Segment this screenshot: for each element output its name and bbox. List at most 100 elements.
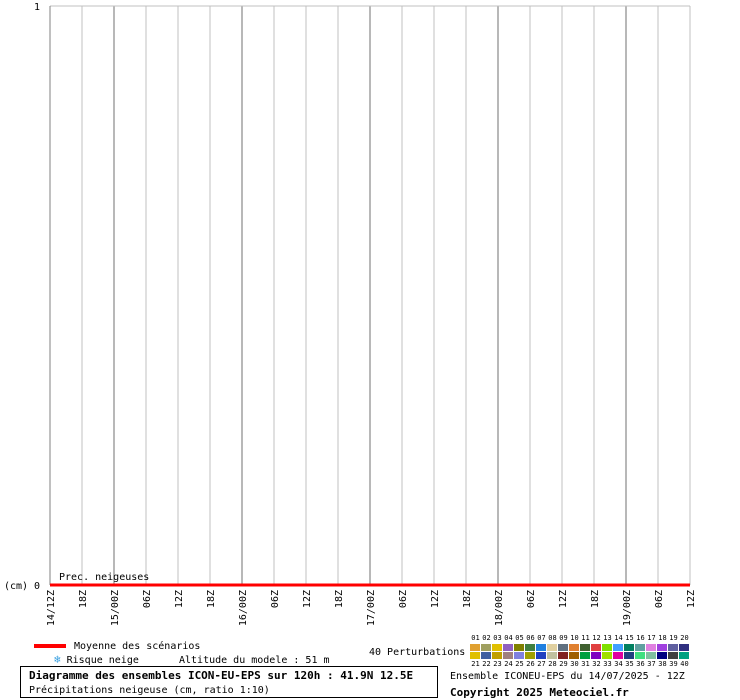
legend-snow-risk: ❄ Risque neige [54,653,139,666]
perturbation-swatch [503,644,513,651]
perturbation-swatch [602,644,612,651]
perturbation-number: 13 [603,634,612,642]
perturbation-swatch [558,644,568,651]
x-tick-label: 06Z [526,590,537,608]
perturbation-number: 04 [504,634,513,642]
perturbation-swatch [602,652,612,659]
perturbation-number: 33 [603,660,612,668]
perturbation-number: 36 [636,660,645,668]
x-tick-label: 06Z [270,590,281,608]
perturbation-number: 26 [526,660,535,668]
perturbation-swatch [558,652,568,659]
x-tick-label: 15/00Z [110,590,121,626]
perturbation-number: 06 [526,634,535,642]
x-tick-label: 16/00Z [238,590,249,626]
perturbation-number: 20 [680,634,689,642]
perturbation-swatch [646,644,656,651]
perturbation-number: 03 [493,634,502,642]
perturbation-number: 19 [669,634,678,642]
perturbation-swatch [635,652,645,659]
perturbation-number: 17 [647,634,656,642]
perturbation-number: 31 [581,660,590,668]
x-tick-label: 18Z [78,590,89,608]
perturbation-number: 12 [592,634,601,642]
perturbation-swatch [470,644,480,651]
perturbation-swatch [525,644,535,651]
perturbation-number: 10 [570,634,579,642]
perturbation-swatch [536,644,546,651]
x-tick-label: 18Z [206,590,217,608]
perturbation-number: 14 [614,634,623,642]
perturbation-swatch [657,652,667,659]
x-tick-label: 14/12Z [46,590,57,626]
perturbation-swatch [613,644,623,651]
perturbation-number: 01 [471,634,480,642]
x-tick-label: 06Z [142,590,153,608]
perturbation-swatch [679,644,689,651]
perturbation-number: 02 [482,634,491,642]
legend-mean: Moyenne des scénarios [34,641,200,652]
perturbation-number: 08 [548,634,557,642]
perturbation-swatch [492,644,502,651]
ensemble-info: Ensemble ICONEU-EPS du 14/07/2025 - 12Z [450,671,685,682]
chart-subtitle: Précipitations neigeuse (cm, ratio 1:10) [29,685,270,696]
grid-lines [49,5,691,585]
x-tick-label: 19/00Z [622,590,633,626]
perturbation-swatch [580,652,590,659]
perturbation-number: 32 [592,660,601,668]
perturbation-number: 18 [658,634,667,642]
perturbation-swatch [613,652,623,659]
perturbation-swatch [547,652,557,659]
perturbation-swatch [580,644,590,651]
x-tick-label: 12Z [174,590,185,608]
legend-mean-swatch [34,644,66,648]
perturbation-number: 27 [537,660,546,668]
perturbation-swatch [514,652,524,659]
perturbation-number: 34 [614,660,623,668]
perturbation-number: 07 [537,634,546,642]
x-tick-label: 18Z [462,590,473,608]
perturbation-swatch [624,652,634,659]
perturbation-number: 24 [504,660,513,668]
perturbation-swatch [470,652,480,659]
perturbation-number: 15 [625,634,634,642]
perturbation-swatch [514,644,524,651]
y-tick-label: 0 [34,581,40,592]
perturbation-swatch [481,644,491,651]
y-unit-label: (cm) [4,581,28,592]
perturbation-swatch [503,652,513,659]
tick-labels: 0 1 (cm) 14/12Z 18Z 15/00Z 06Z 12Z 18Z 16/00Z 06Z 1… [4,2,697,626]
x-tick-label: 18Z [590,590,601,608]
title-box: Diagramme des ensembles ICON-EU-EPS sur … [20,666,438,698]
x-tick-label: 17/00Z [366,590,377,626]
legend-snow-risk-label: Risque neige [66,655,139,666]
x-tick-label: 06Z [654,590,665,608]
perturbations-label: 40 Perturbations [369,647,466,658]
perturbation-number: 29 [559,660,568,668]
perturbation-swatch [668,644,678,651]
perturbation-swatch [536,652,546,659]
y-tick-label: 1 [34,2,40,13]
snowflake-icon: ❄ [54,653,61,666]
perturbation-number: 37 [647,660,656,668]
perturbation-swatch [492,652,502,659]
legend-mean-label: Moyenne des scénarios [74,641,201,652]
perturbation-number: 23 [493,660,502,668]
perturbation-swatch [679,652,689,659]
perturbation-number: 28 [548,660,557,668]
perturbation-number: 11 [581,634,590,642]
x-tick-label: 12Z [302,590,313,608]
perturbation-number: 05 [515,634,524,642]
perturbation-number: 22 [482,660,491,668]
x-tick-label: 06Z [398,590,409,608]
perturbation-number: 38 [658,660,667,668]
perturbation-number: 21 [471,660,480,668]
perturbation-number: 40 [680,660,689,668]
perturbation-swatch [657,644,667,651]
x-tick-label: 12Z [686,590,697,608]
altitude-label: Altitude du modele : 51 m [179,655,330,666]
perturbation-swatch [591,652,601,659]
copyright: Copyright 2025 Meteociel.fr [450,686,629,699]
perturbation-swatch [547,644,557,651]
perturbation-swatch [481,652,491,659]
